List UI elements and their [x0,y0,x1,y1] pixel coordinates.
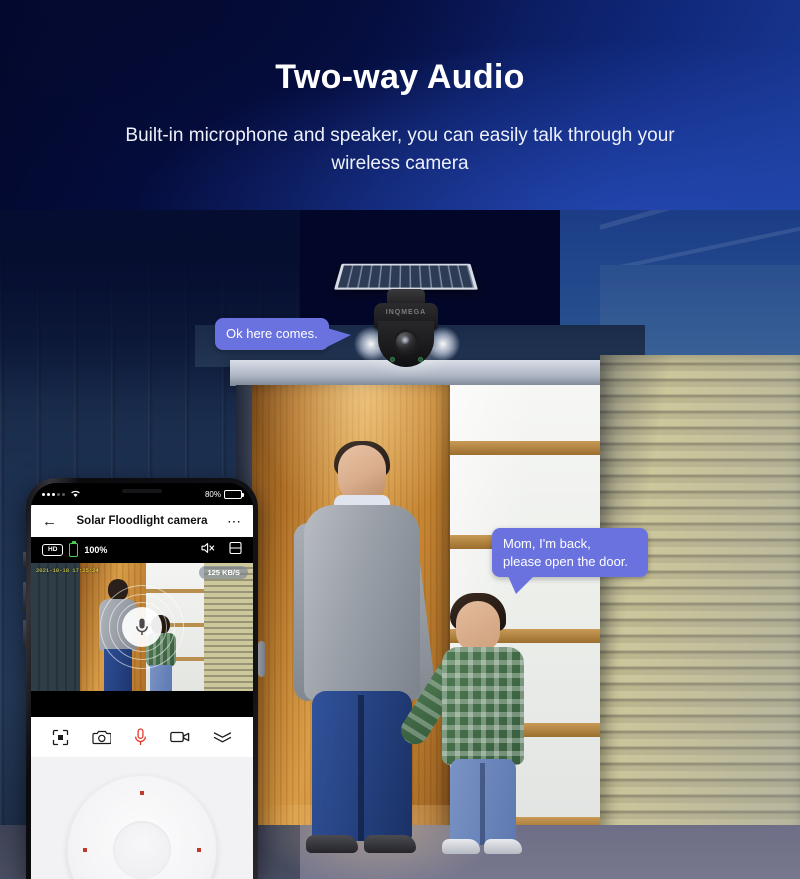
ir-led [390,357,395,362]
live-video-view[interactable]: 2021-10-18 17:25:24 125 KB/S [31,563,253,691]
more-options-icon[interactable]: ⋯ [227,514,242,528]
head [456,601,500,651]
ir-led [418,357,423,362]
smartphone-mockup: 80% ← Solar Floodlight camera ⋯ HD 100% [23,478,258,879]
camera-brand-label: INQMEGA [385,309,427,316]
signal-strength-indicator [42,489,81,500]
promo-page: Two-way Audio Built-in microphone and sp… [0,0,800,879]
speaker-muted-icon[interactable] [200,541,216,560]
glass-divider [450,441,600,455]
live-view-letterbox [31,691,253,717]
quality-right-group [200,541,242,560]
video-record-icon[interactable] [169,730,190,744]
live-bitrate: 125 KB/S [199,566,248,579]
status-battery-percent: 80% [204,489,221,499]
app-navigation-bar: ← Solar Floodlight camera ⋯ [31,505,253,537]
bubble-tail [326,328,351,347]
shoe [484,839,522,854]
fullscreen-icon[interactable] [52,729,69,746]
phone-notch [96,483,188,500]
ptz-direction-pad[interactable] [67,775,217,879]
camera-toolbar [31,717,253,757]
phone-volume-up-button[interactable] [23,582,26,612]
phone-status-bar: 80% [31,483,253,505]
ptz-up-indicator[interactable] [140,791,144,795]
speech-bubble-camera: Ok here comes. [215,318,351,350]
phone-volume-down-button[interactable] [23,620,26,650]
ptz-left-indicator[interactable] [83,848,87,852]
torso [442,647,524,765]
child-figure [395,593,540,865]
ptz-center-hub[interactable] [113,821,171,879]
wifi-icon [70,489,81,500]
ptz-control-area [31,757,253,879]
back-arrow-icon[interactable]: ← [42,514,57,529]
live-wall [31,563,80,691]
quality-left-group: HD 100% [42,541,108,557]
leg-gap [358,695,364,841]
shoe [442,839,480,854]
bubble-tail [508,576,534,595]
page-title: Two-way Audio [275,58,525,96]
split-view-icon[interactable] [229,541,242,560]
live-timestamp: 2021-10-18 17:25:24 [36,567,99,574]
torso [304,505,420,701]
solar-camera-assembly: INQMEGA [330,255,480,427]
ptz-right-indicator[interactable] [197,848,201,852]
battery-icon [224,489,244,499]
microphone-icon[interactable] [134,728,147,746]
header-banner: Two-way Audio Built-in microphone and sp… [0,0,800,210]
speech-bubble-child-text: Mom, I'm back, please open the door. [503,536,629,569]
speech-bubble-child: Mom, I'm back, please open the door. [492,528,648,595]
phone-mute-switch[interactable] [23,552,26,568]
door-handle [258,641,265,677]
collapse-chevron-icon[interactable] [213,731,232,744]
camera-lens [393,329,419,355]
resolution-badge[interactable]: HD [42,543,64,557]
camera-battery-icon [69,541,79,557]
app-title: Solar Floodlight camera [76,515,208,527]
speech-bubble-camera-text: Ok here comes. [226,326,318,341]
stream-quality-bar: HD 100% [31,537,253,563]
camera-battery-level: 100% [84,545,108,555]
live-slat-wall [204,563,253,691]
shoe [364,835,416,853]
leg-gap [480,763,485,845]
adult-figure [290,441,437,865]
shoe [306,835,358,853]
page-subtitle: Built-in microphone and speaker, you can… [125,125,675,174]
earpiece-speaker [122,489,162,493]
talk-microphone-button[interactable] [122,607,162,647]
battery-status: 80% [204,489,244,499]
head [338,445,386,501]
snapshot-camera-icon[interactable] [92,729,112,745]
solar-panel [334,263,478,290]
phone-screen: 80% ← Solar Floodlight camera ⋯ HD 100% [31,483,253,879]
right-slat-wall [600,355,800,873]
